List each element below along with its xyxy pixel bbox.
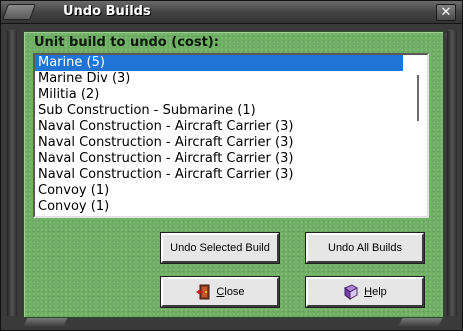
help-button[interactable]: Help — [305, 276, 425, 308]
undo-all-builds-button[interactable]: Undo All Builds — [305, 232, 425, 264]
list-item[interactable]: Naval Construction - Aircraft Carrier (3… — [35, 167, 403, 183]
list-item[interactable]: Marine (5) — [35, 55, 403, 71]
list-item[interactable]: Naval Construction - Aircraft Carrier (3… — [35, 119, 403, 135]
undo-selected-build-button[interactable]: Undo Selected Build — [160, 232, 280, 264]
window-close-button[interactable]: ✕ — [436, 4, 456, 21]
right-frame-rail — [447, 31, 457, 316]
undo-selected-build-label: Undo Selected Build — [170, 242, 270, 254]
window-tab-icon — [2, 4, 36, 20]
list-label: Unit build to undo (cost): — [34, 35, 219, 50]
help-label: Help — [364, 286, 387, 298]
list-item[interactable]: Marine Div (3) — [35, 71, 403, 87]
footer-ornament-right — [397, 318, 443, 328]
undo-all-builds-label: Undo All Builds — [328, 242, 402, 254]
unit-build-list[interactable]: Marine (5) Marine Div (3) Militia (2) Sub C… — [33, 53, 429, 218]
dialog-content-pane: Unit build to undo (cost): Marine (5) Mar… — [23, 31, 444, 318]
window-title: Undo Builds — [63, 4, 151, 19]
list-item[interactable]: Naval Construction - Aircraft Carrier (3… — [35, 135, 403, 151]
list-scrollbar[interactable] — [413, 57, 425, 212]
close-button[interactable]: Close — [160, 276, 280, 308]
list-item[interactable]: Militia (2) — [35, 87, 403, 103]
left-frame-rail — [7, 31, 17, 316]
title-bar[interactable]: Undo Builds ✕ — [1, 1, 462, 24]
list-item[interactable]: Convoy (1) — [35, 199, 403, 215]
list-item[interactable]: Convoy (1) — [35, 183, 403, 199]
help-book-icon — [343, 284, 359, 301]
list-item[interactable]: Sub Construction - Submarine (1) — [35, 103, 403, 119]
close-label: Close — [216, 286, 245, 298]
undo-builds-dialog: Undo Builds ✕ Unit build to undo (cost):… — [0, 0, 463, 331]
scrollbar-thumb[interactable] — [417, 75, 419, 121]
footer-ornament-left — [22, 318, 68, 328]
list-item[interactable]: Naval Construction - Aircraft Carrier (3… — [35, 151, 403, 167]
door-exit-icon — [195, 284, 211, 300]
